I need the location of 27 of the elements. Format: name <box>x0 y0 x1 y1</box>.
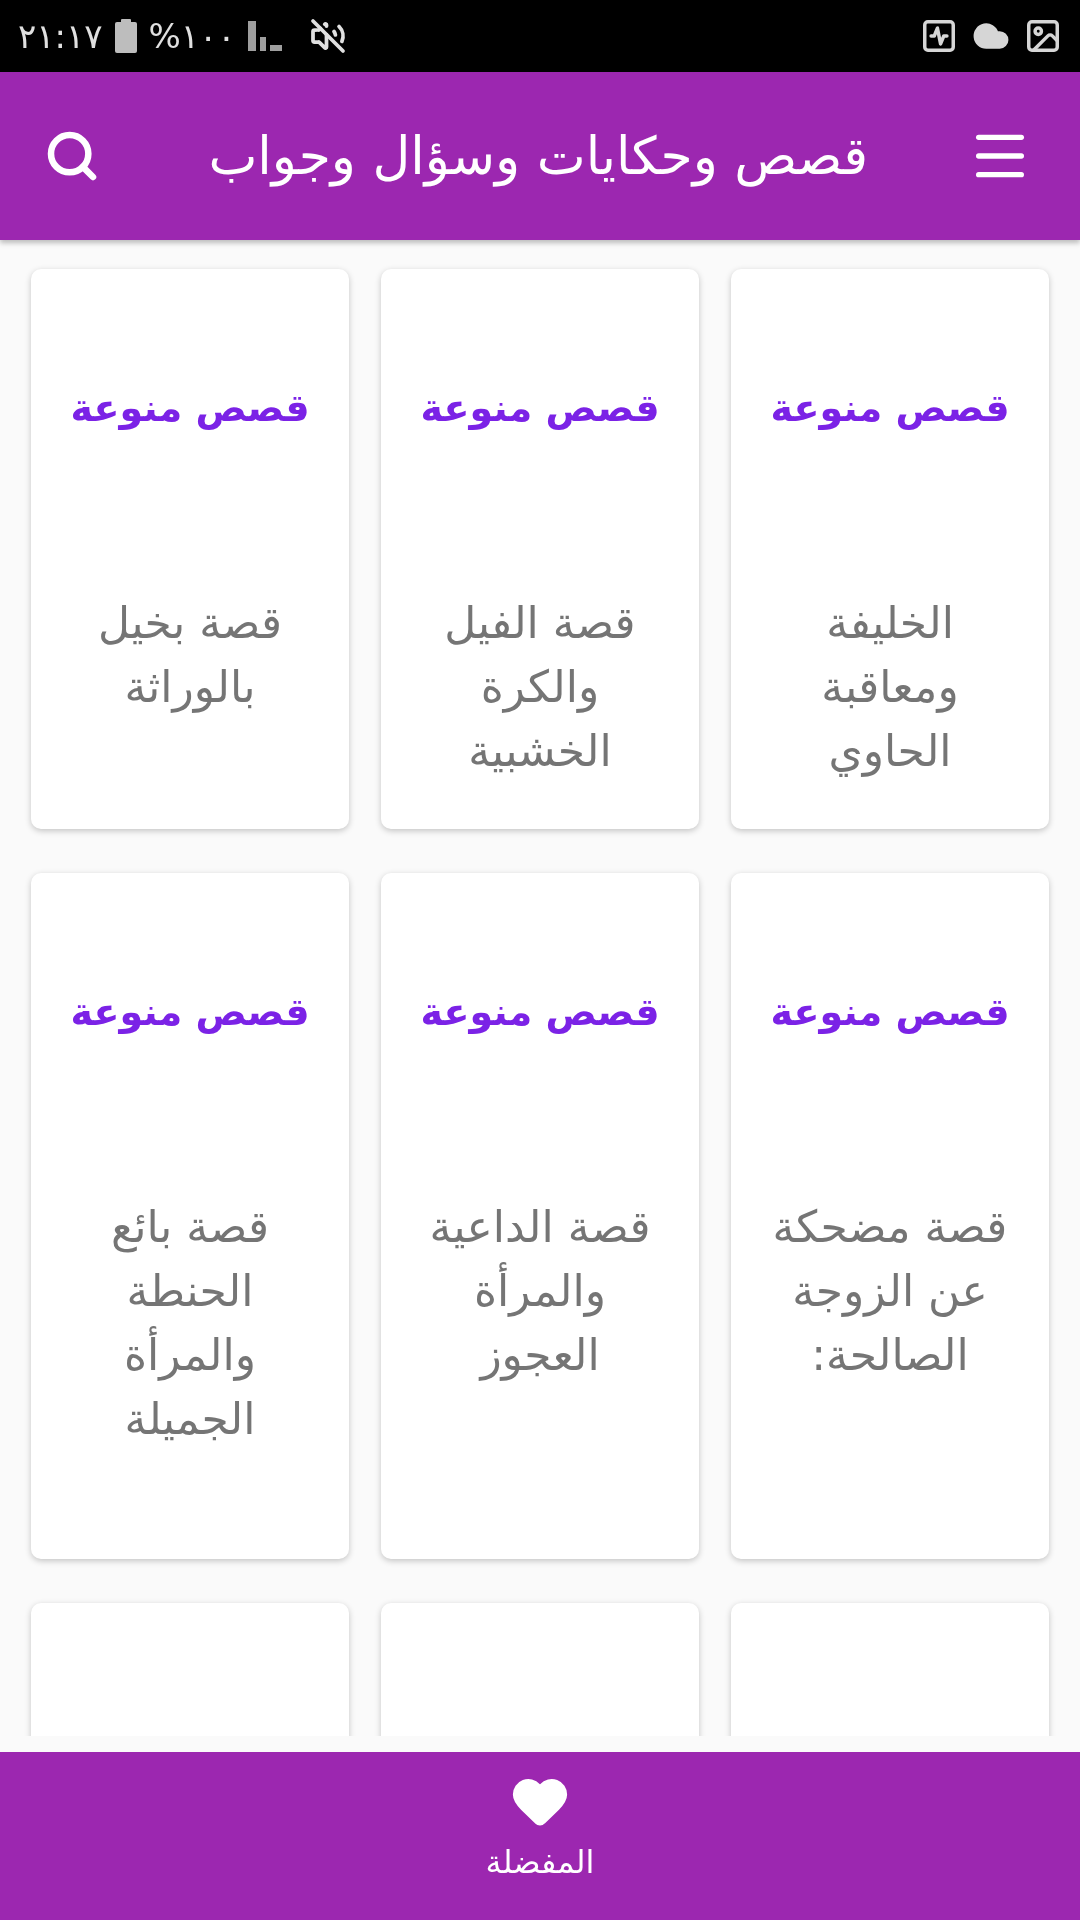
activity-icon <box>920 17 958 55</box>
battery-icon <box>114 19 137 53</box>
story-title: قصة مضحكة عن الزوجة الصالحة: <box>771 1200 1009 1382</box>
story-card[interactable]: قصص منوعة قصة بائع الحنطة والمرأة الجميلة <box>31 873 349 1559</box>
story-title: قصة بخيل بالوراثة <box>97 596 283 715</box>
thumbnail-logo-text: قصص منوعة <box>769 384 1011 432</box>
story-title: قصة الداعية والمرأة العجوز <box>428 1200 652 1383</box>
signal-icon <box>247 21 282 51</box>
story-card[interactable]: قصص منوعة قصة الفيل والكرة الخشبية <box>381 269 699 829</box>
story-card[interactable]: قصص منوعة قصة مضحكة عن الزوجة الصالحة: <box>731 873 1049 1559</box>
thumbnail-logo-text: قصص منوعة <box>419 988 661 1036</box>
story-title: قصة بائع الحنطة والمرأة الجميلة <box>109 1200 271 1446</box>
story-title: قصة الفيل والكرة الخشبية <box>443 596 637 778</box>
story-card[interactable]: قصص منوعة الخليفة ومعاقبة الحاوي <box>731 269 1049 829</box>
image-icon <box>1024 17 1062 55</box>
story-title: الخليفة ومعاقبة الحاوي <box>820 596 960 779</box>
story-card[interactable]: قصص منوعة قصة الداعية والمرأة العجوز <box>381 873 699 1559</box>
mute-icon <box>309 18 346 54</box>
thumbnail-logo-text: قصص منوعة <box>69 988 311 1036</box>
app-title: قصص وحكايات وسؤال وجواب <box>208 125 868 189</box>
clock-time: ٢١:١٧ <box>18 19 103 53</box>
thumbnail-logo-text: قصص منوعة <box>69 384 311 432</box>
story-card[interactable]: قصص منوعة قصة بخيل بالوراثة <box>31 269 349 829</box>
favorites-tab[interactable]: المفضلة <box>485 1752 595 1920</box>
thumbnail-logo-text: قصص منوعة <box>769 988 1011 1036</box>
battery-percent: %١٠٠ <box>148 19 236 53</box>
thumbnail-logo-text: قصص منوعة <box>419 384 661 432</box>
